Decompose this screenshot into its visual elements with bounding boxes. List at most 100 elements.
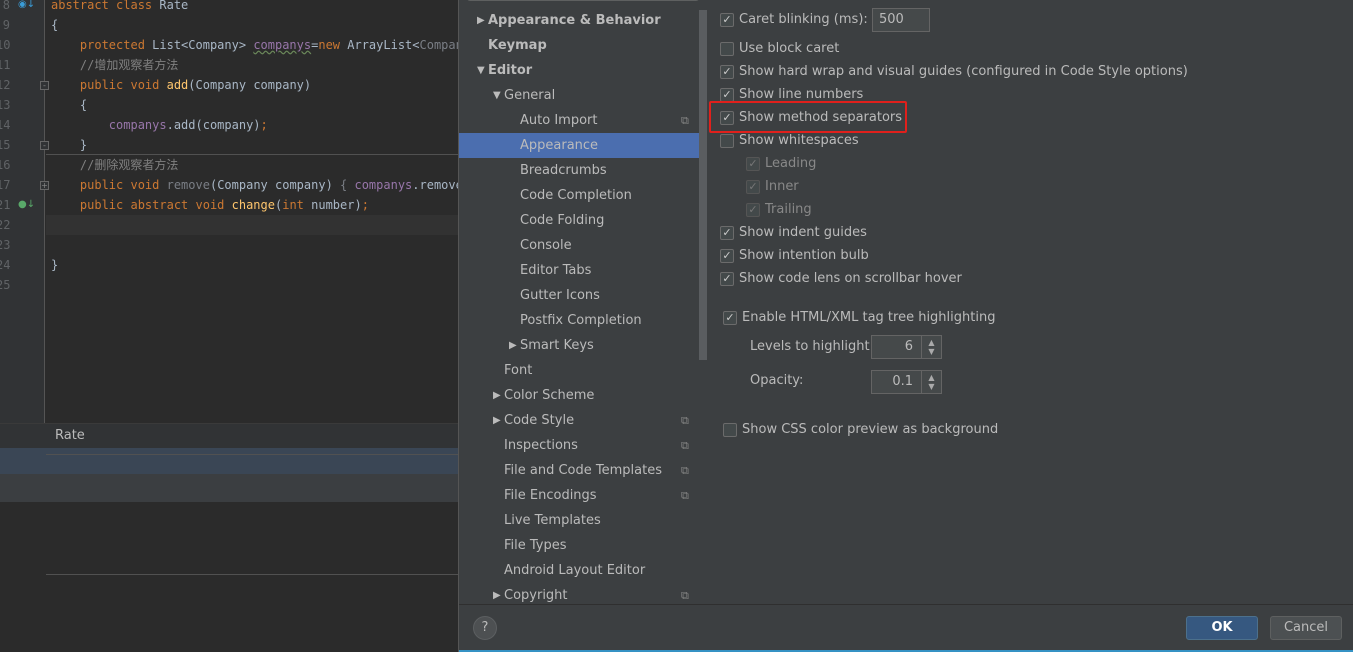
checkbox[interactable] xyxy=(723,423,737,437)
checkbox[interactable]: ✓ xyxy=(720,88,734,102)
tree-item-appearance-behavior[interactable]: ▶ Appearance & Behavior xyxy=(459,8,699,33)
collapsed-arrow-icon[interactable]: ▶ xyxy=(493,583,501,604)
current-line-highlight xyxy=(46,215,458,235)
levels-spinner[interactable]: 6 ▲ ▼ xyxy=(871,335,942,359)
line-number: 9 xyxy=(2,18,10,32)
tree-item-general[interactable]: ▼ General xyxy=(459,83,699,108)
tree-item-file-and-code-templates[interactable]: File and Code Templates ⧉ xyxy=(459,458,699,483)
tree-item-auto-import[interactable]: Auto Import ⧉ xyxy=(459,108,699,133)
collapse-fold-icon[interactable]: - xyxy=(40,81,49,90)
tree-item-file-types[interactable]: File Types xyxy=(459,533,699,558)
checkbox[interactable]: ✓ xyxy=(723,311,737,325)
line-number: 24 xyxy=(0,258,11,272)
ok-button[interactable]: OK xyxy=(1186,616,1258,640)
tree-item-label: Auto Import xyxy=(520,113,598,128)
code-token: Rate xyxy=(159,0,189,12)
checkbox[interactable]: ✓ xyxy=(720,226,734,240)
checkbox[interactable]: ✓ xyxy=(720,249,734,263)
checkbox[interactable]: ✓ xyxy=(720,272,734,286)
code-line[interactable]: //增加观察者方法 xyxy=(51,55,178,75)
code-line[interactable]: public void remove(Company company) { co… xyxy=(51,175,470,195)
tree-item-code-folding[interactable]: Code Folding xyxy=(459,208,699,233)
line-number: 25 xyxy=(0,278,11,292)
checkbox[interactable]: ✓ xyxy=(746,203,760,217)
code-token: number) xyxy=(311,198,362,212)
checkbox[interactable]: ✓ xyxy=(746,180,760,194)
code-editor[interactable]: Rate 8 ◉↓ abstract class Rate 9 {10 protecte… xyxy=(0,0,470,652)
tree-item-code-style[interactable]: ▶ Code Style ⧉ xyxy=(459,408,699,433)
tree-item-editor-tabs[interactable]: Editor Tabs xyxy=(459,258,699,283)
code-token: (Company company) xyxy=(188,78,312,92)
tree-item-smart-keys[interactable]: ▶ Smart Keys xyxy=(459,333,699,358)
code-token: //增加观察者方法 xyxy=(79,58,179,72)
checkbox[interactable]: ✓ xyxy=(720,13,734,27)
code-line[interactable]: { xyxy=(51,15,58,35)
code-token: { xyxy=(340,178,355,192)
tree-item-inspections[interactable]: Inspections ⧉ xyxy=(459,433,699,458)
tree-item-keymap[interactable]: Keymap xyxy=(459,33,699,58)
tree-item-label: Breadcrumbs xyxy=(520,163,607,178)
collapse-fold-icon[interactable]: - xyxy=(40,141,49,150)
spinner-arrows-icon[interactable]: ▲ ▼ xyxy=(921,371,941,393)
code-token: add xyxy=(166,78,189,92)
line-number: 10 xyxy=(0,38,11,52)
code-token: protected xyxy=(79,38,153,52)
project-settings-icon: ⧉ xyxy=(681,439,689,452)
expanded-arrow-icon[interactable]: ▼ xyxy=(477,58,485,83)
line-number: 15 xyxy=(0,138,11,152)
tree-item-live-templates[interactable]: Live Templates xyxy=(459,508,699,533)
tree-item-appearance[interactable]: Appearance xyxy=(459,133,699,158)
collapsed-arrow-icon[interactable]: ▶ xyxy=(493,408,501,433)
option-label: Show intention bulb xyxy=(739,248,869,263)
tree-item-copyright[interactable]: ▶ Copyright ⧉ xyxy=(459,583,699,604)
implemented-method-icon[interactable]: ●↓ xyxy=(18,199,35,211)
tree-item-gutter-icons[interactable]: Gutter Icons xyxy=(459,283,699,308)
collapsed-arrow-icon[interactable]: ▶ xyxy=(477,8,485,33)
line-number: 22 xyxy=(0,218,11,232)
tree-item-breadcrumbs[interactable]: Breadcrumbs xyxy=(459,158,699,183)
checkbox[interactable]: ✓ xyxy=(720,65,734,79)
code-token: abstract class xyxy=(51,0,160,12)
code-line[interactable]: public abstract void change(int number); xyxy=(51,195,369,215)
overridden-method-icon[interactable]: ◉↓ xyxy=(18,0,35,11)
tree-item-postfix-completion[interactable]: Postfix Completion xyxy=(459,308,699,333)
cancel-button[interactable]: Cancel xyxy=(1270,616,1342,640)
tree-item-font[interactable]: Font xyxy=(459,358,699,383)
tree-item-file-encodings[interactable]: File Encodings ⧉ xyxy=(459,483,699,508)
code-line[interactable]: } xyxy=(51,135,87,155)
checkbox[interactable] xyxy=(720,134,734,148)
code-line[interactable]: { xyxy=(51,95,87,115)
checkbox[interactable] xyxy=(720,42,734,56)
checkbox[interactable]: ✓ xyxy=(746,157,760,171)
spinner-arrows-icon[interactable]: ▲ ▼ xyxy=(921,336,941,358)
expanded-arrow-icon[interactable]: ▼ xyxy=(493,83,501,108)
code-line[interactable]: } xyxy=(51,255,58,275)
tree-item-color-scheme[interactable]: ▶ Color Scheme xyxy=(459,383,699,408)
method-separator xyxy=(46,154,458,155)
structure-selected-row[interactable] xyxy=(0,448,458,474)
tree-item-label: Gutter Icons xyxy=(520,288,600,303)
code-line[interactable]: protected List<Company> companys=new Arr… xyxy=(51,35,470,55)
tree-item-editor[interactable]: ▼ Editor xyxy=(459,58,699,83)
help-button[interactable]: ? xyxy=(473,616,497,640)
tree-item-code-completion[interactable]: Code Completion xyxy=(459,183,699,208)
search-field[interactable] xyxy=(467,0,699,1)
code-line[interactable]: //删除观察者方法 xyxy=(51,155,178,175)
collapsed-arrow-icon[interactable]: ▶ xyxy=(493,383,501,408)
code-line[interactable]: companys.add(company); xyxy=(51,115,268,135)
expand-fold-icon[interactable]: + xyxy=(40,181,49,190)
tree-item-label: Code Folding xyxy=(520,213,605,228)
caret-blinking-input[interactable]: 500 xyxy=(872,8,930,32)
collapsed-arrow-icon[interactable]: ▶ xyxy=(509,333,517,358)
code-line[interactable]: abstract class Rate xyxy=(51,0,188,15)
tree-item-android-layout-editor[interactable]: Android Layout Editor xyxy=(459,558,699,583)
code-line[interactable]: public void add(Company company) xyxy=(51,75,311,95)
tree-item-label: Console xyxy=(520,238,572,253)
opacity-spinner[interactable]: 0.1 ▲ ▼ xyxy=(871,370,942,394)
tree-scrollbar[interactable] xyxy=(699,10,707,360)
method-separator xyxy=(46,574,458,575)
tree-item-console[interactable]: Console xyxy=(459,233,699,258)
